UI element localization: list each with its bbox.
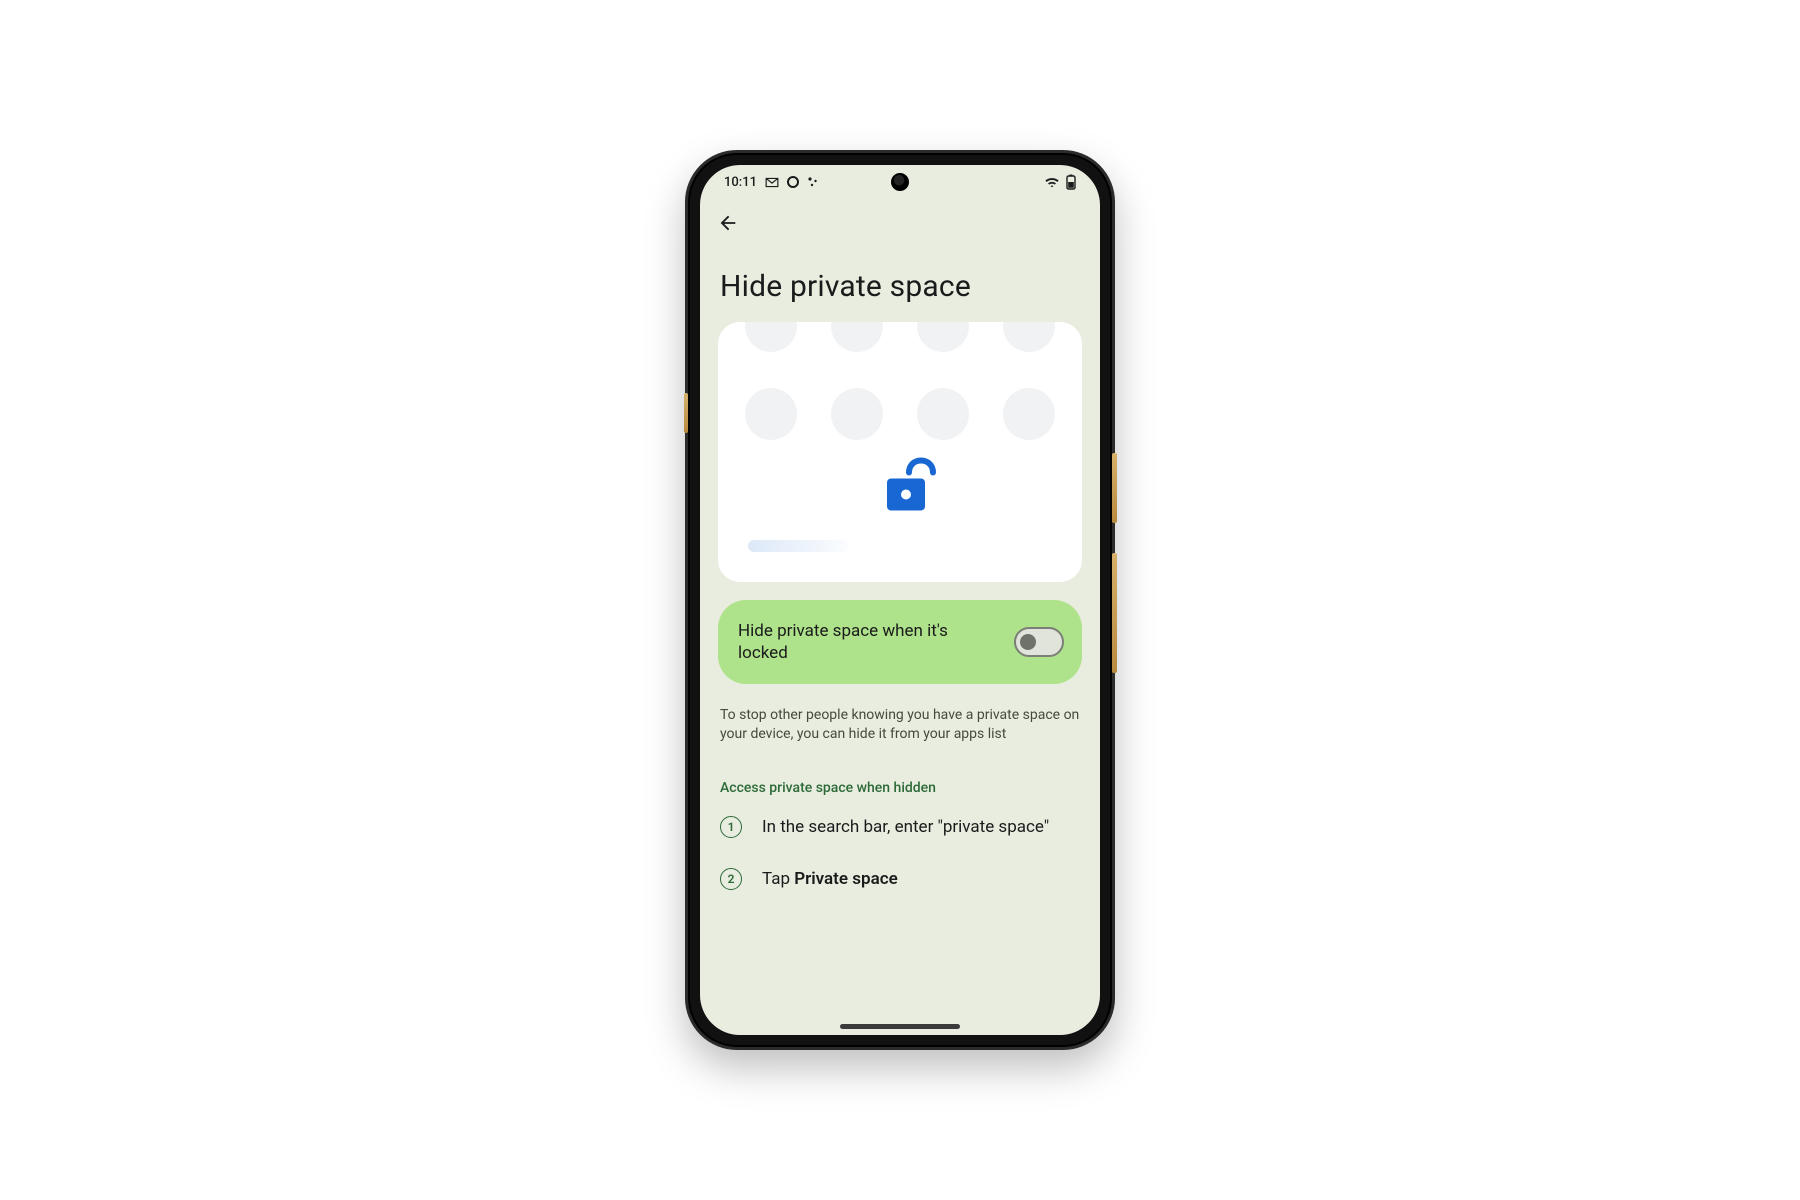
phone-frame: 10:11 (685, 150, 1115, 1050)
back-button[interactable] (708, 203, 748, 243)
page-title: Hide private space (720, 269, 1082, 304)
step-number-icon: 1 (720, 816, 742, 838)
gmail-icon (765, 177, 779, 188)
step-number-icon: 2 (720, 868, 742, 890)
step-text: Tap Private space (762, 868, 898, 890)
status-time: 10:11 (724, 175, 757, 190)
nav-gesture-bar[interactable] (840, 1024, 960, 1029)
unlock-icon (881, 456, 937, 520)
wifi-icon (1044, 176, 1060, 188)
battery-icon (1066, 174, 1076, 190)
step-item: 1 In the search bar, enter "private spac… (720, 816, 1080, 838)
content-area: Hide private space (700, 247, 1100, 1035)
phone-screen: 10:11 (700, 165, 1100, 1035)
arrow-back-icon (717, 212, 739, 234)
app-bar (700, 199, 1100, 247)
circle-icon (787, 176, 799, 188)
description-text: To stop other people knowing you have a … (718, 706, 1082, 744)
step-text: In the search bar, enter "private space" (762, 816, 1049, 838)
hide-toggle-label: Hide private space when it's locked (738, 620, 988, 664)
hide-toggle-card[interactable]: Hide private space when it's locked (718, 600, 1082, 684)
hero-illustration (718, 322, 1082, 582)
step-item: 2 Tap Private space (720, 868, 1080, 890)
more-icon (807, 176, 819, 188)
front-camera (891, 173, 909, 191)
steps-list: 1 In the search bar, enter "private spac… (718, 816, 1082, 890)
hide-toggle-switch[interactable] (1014, 627, 1064, 657)
section-header: Access private space when hidden (718, 780, 1082, 796)
